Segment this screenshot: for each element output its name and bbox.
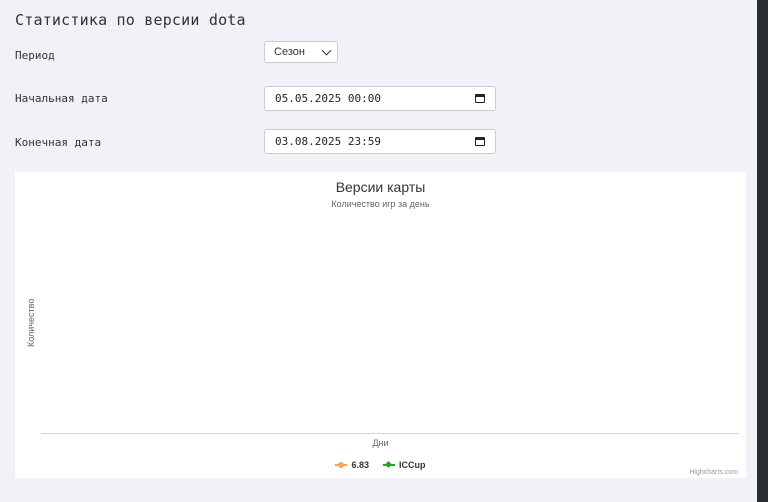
chart-title: Версии карты [335, 179, 426, 195]
chevron-down-icon [321, 45, 332, 56]
calendar-icon[interactable] [475, 137, 485, 146]
chart-subtitle: Количество игр за день [331, 199, 430, 209]
chart-credits-link[interactable]: Highcharts.com [689, 469, 738, 476]
legend-label: 6.83 [351, 460, 370, 470]
legend-item-iccup[interactable]: ICCup [383, 460, 426, 470]
chart-legend: 6.83 ICCup [15, 460, 746, 470]
period-select-value: Сезон [274, 46, 305, 58]
legend-symbol-icon [383, 460, 396, 469]
start-date-label: Начальная дата [15, 92, 108, 105]
legend-symbol-icon [335, 461, 348, 469]
end-date-value: 03.08.2025 23:59 [275, 135, 381, 148]
end-date-label: Конечная дата [15, 136, 102, 149]
main-panel: Статистика по версии dota Период Сезон Н… [0, 0, 757, 502]
end-date-input[interactable]: 03.08.2025 23:59 [264, 129, 496, 154]
start-date-value: 05.05.2025 00:00 [275, 92, 381, 105]
legend-item-6-83[interactable]: 6.83 [335, 460, 369, 470]
chart-card: Версии карты Количество игр за день Коли… [15, 172, 746, 478]
page-title: Статистика по версии dota [15, 11, 246, 29]
period-select[interactable]: Сезон [264, 41, 338, 63]
start-date-input[interactable]: 05.05.2025 00:00 [264, 86, 496, 111]
period-label: Период [15, 49, 55, 62]
x-axis-label: Дни [372, 438, 389, 448]
legend-label: ICCup [399, 460, 426, 470]
y-axis-label: Количество [26, 298, 36, 347]
x-axis-line [41, 433, 739, 434]
calendar-icon[interactable] [475, 94, 485, 103]
